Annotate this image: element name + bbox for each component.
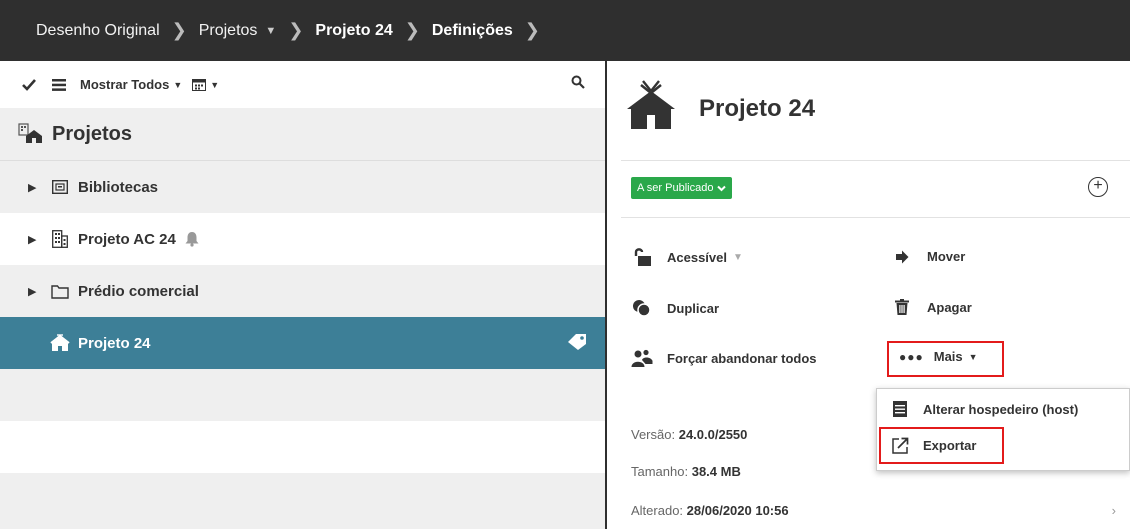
- force-leave-label: Forçar abandonar todos: [667, 350, 817, 366]
- show-all-dropdown[interactable]: Mostrar Todos ▼: [80, 77, 182, 92]
- tree-header-label: Projetos: [52, 122, 133, 145]
- tree-header: Projetos: [0, 108, 605, 161]
- status-badge[interactable]: A ser Publicado: [631, 177, 733, 199]
- duplicate-button[interactable]: Duplicar: [631, 299, 719, 317]
- changed-value: 28/06/2020 10:56: [686, 503, 789, 518]
- version-value: 24.0.0/2550: [678, 427, 748, 442]
- delete-button[interactable]: Apagar: [891, 299, 972, 315]
- size-value: 38.4 MB: [691, 464, 741, 479]
- check-icon[interactable]: [22, 78, 36, 91]
- page-title: Projeto 24: [699, 95, 816, 122]
- tree-empty-row: [0, 473, 605, 529]
- arrow-right-icon: [891, 250, 913, 264]
- search-icon[interactable]: [571, 75, 585, 92]
- building-icon: [50, 230, 70, 248]
- duplicate-label: Duplicar: [667, 300, 720, 316]
- expand-arrow-icon[interactable]: ▶: [28, 285, 38, 298]
- move-button[interactable]: Mover: [891, 249, 965, 264]
- tree-item-label: Projeto AC 24: [78, 230, 176, 248]
- size-info: Tamanho: 38.4 MB: [631, 464, 741, 479]
- calendar-icon: [192, 79, 207, 91]
- chevron-right-icon: ❯: [171, 20, 187, 40]
- expand-arrow-icon[interactable]: ▶: [28, 233, 38, 246]
- export-highlight-box: [879, 427, 1004, 464]
- version-info: Versão: 24.0.0/2550: [631, 427, 747, 442]
- project-house-icon: [625, 79, 677, 136]
- breadcrumb-item-definicoes[interactable]: Definições: [432, 22, 513, 40]
- show-all-label: Mostrar Todos: [80, 77, 170, 92]
- chevron-right-icon: ❯: [288, 20, 304, 40]
- breadcrumb-item-desenho-original[interactable]: Desenho Original: [36, 22, 160, 40]
- status-label: A ser Publicado: [637, 182, 714, 194]
- caret-down-icon: ▼: [733, 251, 743, 263]
- tree-item-projeto-ac-24[interactable]: ▶ Projeto AC 24: [0, 213, 605, 265]
- add-circle-button[interactable]: +: [1088, 177, 1108, 197]
- accessible-label: Acessível: [667, 249, 727, 265]
- tree-item-projeto-24[interactable]: Projeto 24: [0, 317, 605, 369]
- tree-item-label: Bibliotecas: [78, 178, 159, 196]
- project-tree-panel: Mostrar Todos ▼ ▼ Projetos ▶ Bibliotecas…: [0, 61, 607, 529]
- list-icon[interactable]: [52, 78, 66, 91]
- breadcrumb-item-projetos[interactable]: Projetos: [199, 22, 258, 40]
- tree-item-predio-comercial[interactable]: ▶ Prédio comercial: [0, 265, 605, 317]
- expand-arrow-icon[interactable]: ▶: [28, 181, 38, 194]
- breadcrumb-item-projeto-24[interactable]: Projeto 24: [315, 22, 392, 40]
- trash-icon: [891, 299, 913, 315]
- menu-item-change-host[interactable]: Alterar hospedeiro (host): [877, 401, 1078, 417]
- bell-icon[interactable]: [184, 231, 200, 247]
- chevron-right-icon[interactable]: ›: [1112, 503, 1116, 518]
- chevron-down-icon: [717, 185, 727, 192]
- force-leave-all-button[interactable]: Forçar abandonar todos: [631, 349, 817, 367]
- divider: [621, 160, 1130, 161]
- chevron-right-icon: ❯: [404, 20, 420, 40]
- divider: [621, 217, 1130, 218]
- caret-down-icon: ▼: [173, 79, 183, 90]
- breadcrumb: Desenho Original ❯ Projetos ▼ ❯ Projeto …: [0, 0, 1130, 61]
- caret-down-icon: ▼: [210, 79, 220, 90]
- caret-down-icon[interactable]: ▼: [265, 25, 276, 37]
- tree-item-bibliotecas[interactable]: ▶ Bibliotecas: [0, 161, 605, 213]
- more-highlight-box: [887, 341, 1004, 377]
- changed-label: Alterado:: [631, 503, 684, 518]
- chevron-right-icon: ❯: [524, 20, 540, 40]
- change-host-label: Alterar hospedeiro (host): [923, 401, 1079, 417]
- folder-icon: [50, 282, 70, 300]
- tree-empty-row: [0, 421, 605, 473]
- delete-label: Apagar: [927, 299, 972, 315]
- project-house-icon: [50, 334, 70, 352]
- accessible-dropdown[interactable]: Acessível ▼: [631, 247, 743, 267]
- tree-item-label: Projeto 24: [78, 334, 151, 352]
- library-icon: [50, 178, 70, 196]
- changed-info: Alterado: 28/06/2020 10:56: [631, 503, 789, 518]
- tree-item-label: Prédio comercial: [78, 282, 199, 300]
- projects-icon: [18, 123, 42, 145]
- tree-toolbar: Mostrar Todos ▼ ▼: [0, 61, 605, 108]
- unlock-icon: [631, 247, 653, 267]
- move-label: Mover: [927, 249, 966, 264]
- calendar-dropdown[interactable]: ▼: [192, 78, 219, 91]
- size-label: Tamanho:: [631, 464, 689, 479]
- duplicate-icon: [631, 299, 653, 317]
- server-icon: [889, 401, 911, 417]
- tag-icon[interactable]: [567, 333, 587, 355]
- tree-empty-row: [0, 369, 605, 421]
- users-icon: [631, 349, 653, 367]
- version-label: Versão:: [631, 427, 676, 442]
